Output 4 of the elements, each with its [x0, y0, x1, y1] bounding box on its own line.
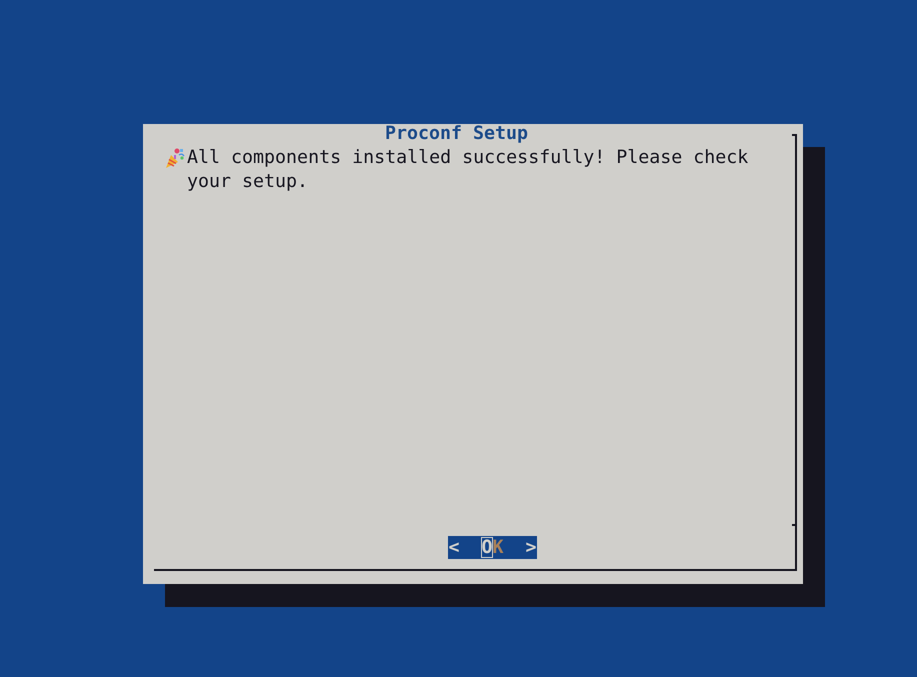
dialog-title: Proconf Setup [384, 122, 528, 146]
message-text: All components installed successfully! Please check your setup. [187, 146, 750, 194]
party-popper-icon [165, 147, 185, 169]
ok-button[interactable]: < OK > [448, 536, 537, 559]
